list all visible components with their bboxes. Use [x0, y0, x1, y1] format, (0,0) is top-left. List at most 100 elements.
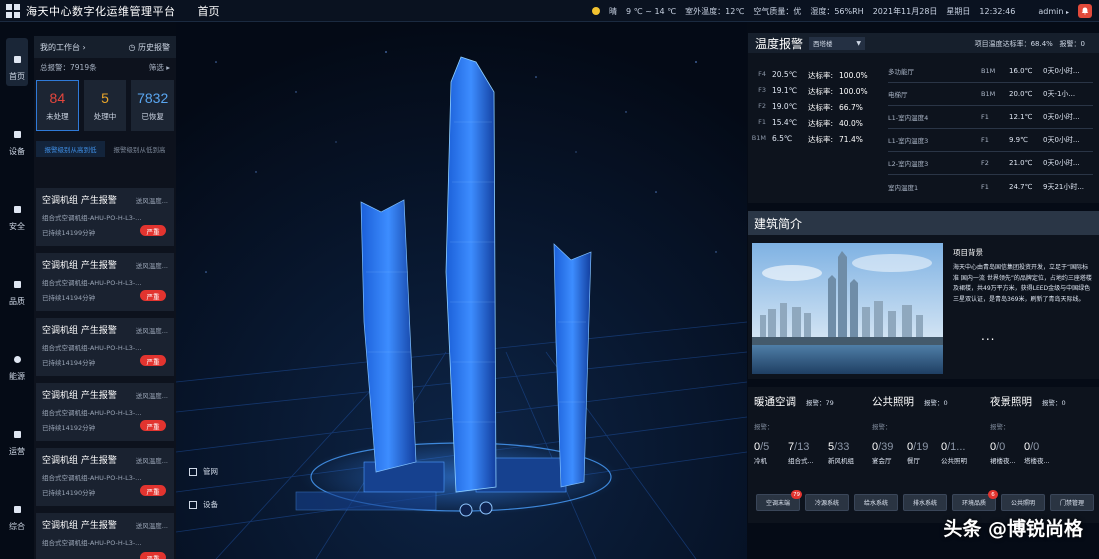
intro-text: 海天中心由青岛国信集团投资开发，立足于“国际标准 国内一流 世界领先”的品牌定位… [953, 264, 1092, 303]
hvac-header[interactable]: 暖通空调 报警：79 [754, 394, 834, 409]
home-icon [13, 56, 21, 63]
building-intro-panel: 建筑简介 项目背景 海天中心由青岛国信集团投资开发，立足于“国际标准 国内一流 … [748, 211, 1099, 379]
watermark: 头条 @博锐尚格 [943, 518, 1083, 540]
metric-tower-night[interactable]: 0/0 塔楼夜... [1024, 441, 1064, 465]
stack-icon [13, 506, 21, 513]
alarm-card[interactable]: 空调机组 产生报警 送风温度... 组合式空调机组-AHU-PO-H-L3-...… [36, 188, 174, 246]
systems-panel: 暖通空调 报警：79 公共照明 报警：0 夜景照明 报警：0 报警： 报警： 报警： … [748, 387, 1099, 523]
weekday: 星期日 [946, 6, 971, 16]
legend-pipe[interactable]: 管网 [189, 466, 218, 477]
humidity: 湿度：56%RH [810, 6, 864, 16]
left-nav: 首页 设备 安全 品质 能源 运营 综合 [6, 36, 28, 559]
energy-icon [13, 356, 21, 363]
water-supply-button[interactable]: 给水系统 [854, 494, 898, 511]
metric-public-lighting[interactable]: 0/1... 公共照明 [941, 441, 981, 465]
workbench-title[interactable]: 我的工作台 › [40, 42, 86, 53]
floor-row[interactable]: F3 19.1℃ 达标率: 100.0% [750, 86, 868, 97]
zone-row[interactable]: L2-室内温度3 F2 21.0℃ 0天0小时... [888, 152, 1093, 175]
zone-row[interactable]: 室内温度1 F1 24.7℃ 9天21小时... [888, 175, 1093, 198]
metric-fresh-air[interactable]: 5/33 新风机组 [828, 441, 868, 465]
zone-row[interactable]: 多功能厅 B1M 16.0℃ 0天0小时... [888, 60, 1093, 83]
alarm-card[interactable]: 空调机组 产生报警 送风温度... 组合式空调机组-AHU-PO-H-L3-...… [36, 513, 174, 559]
shield-icon [13, 206, 21, 213]
legend-device[interactable]: 设备 [189, 499, 218, 510]
air-quality: 空气质量：优 [753, 6, 802, 16]
metric-banquet[interactable]: 0/39 宴会厅 [872, 441, 912, 465]
device-icon [189, 500, 197, 509]
zone-row[interactable]: L1-室内温度4 F1 12.1℃ 0天0小时... [888, 106, 1093, 129]
metric-ahu[interactable]: 7/13 组合式... [788, 441, 828, 465]
nav-energy[interactable]: 能源 [6, 338, 28, 386]
user-menu[interactable]: admin ▸ [1038, 7, 1069, 16]
clock-icon: ◷ [128, 42, 136, 52]
quality-icon [13, 281, 21, 288]
ac-terminal-button[interactable]: 空调末端 79 [756, 490, 802, 511]
zone-row[interactable]: 电梯厅 B1M 20.0℃ 0天-1小... [888, 83, 1093, 106]
chevron-right-icon: › [82, 42, 86, 52]
env-quality-button[interactable]: 环境品质 6 [952, 490, 998, 511]
outdoor-temp: 室外温度：12℃ [685, 6, 745, 16]
home-link[interactable]: 首页 [198, 3, 220, 19]
alarm-card[interactable]: 空调机组 产生报警 送风温度... 组合式空调机组-AHU-PO-H-L3-...… [36, 253, 174, 311]
temp-range: 9 ℃ ~ 14 ℃ [626, 6, 677, 16]
nav-quality[interactable]: 品质 [6, 263, 28, 311]
stat-recovered[interactable]: 7832 已恢复 [131, 80, 175, 131]
nav-device[interactable]: 设备 [6, 113, 28, 161]
stat-unhandled[interactable]: 84 未处理 [36, 80, 79, 131]
date: 2021年11月28日 [872, 6, 938, 16]
severity-badge: 严重 [140, 225, 166, 236]
drainage-button[interactable]: 排水系统 [903, 494, 947, 511]
public-lighting-header[interactable]: 公共照明 报警：0 [872, 394, 948, 409]
alarm-card[interactable]: 空调机组 产生报警 送风温度... 组合式空调机组-AHU-PO-H-L3-...… [36, 448, 174, 506]
temperature-panel: 温度报警 西塔楼 ▼ 项目温度达标率：68.4% 报警：0 F4 20.5℃ 达标率:… [748, 33, 1099, 203]
pipe-icon [189, 467, 197, 476]
caret-right-icon: ▸ [166, 62, 170, 72]
weather-text: 晴 [609, 6, 618, 16]
chevron-down-icon: ▼ [856, 39, 862, 47]
floor-row[interactable]: B1M 6.5℃ 达标率: 71.4% [750, 134, 863, 145]
cooling-system-button[interactable]: 冷源系统 [805, 494, 849, 511]
severity-badge: 严重 [140, 420, 166, 431]
nav-home[interactable]: 首页 [6, 38, 28, 86]
top-bar: 海天中心数字化运维管理平台 首页 晴 9 ℃ ~ 14 ℃ 室外温度：12℃ 空… [0, 0, 1099, 22]
severity-badge: 严重 [140, 485, 166, 496]
night-lighting-header[interactable]: 夜景照明 报警：0 [990, 394, 1066, 409]
severity-badge: 严重 [140, 290, 166, 301]
public-lighting-button[interactable]: 公共照明 [1001, 494, 1045, 511]
access-control-button[interactable]: 门禁管理 [1050, 494, 1094, 511]
intro-title: 建筑简介 [754, 216, 803, 231]
tower-scene-graphic [176, 22, 747, 559]
floor-row[interactable]: F2 19.0℃ 达标率: 66.7% [750, 102, 863, 113]
sort-low-to-high[interactable]: 报警级别从低到高 [105, 141, 174, 157]
alarm-card[interactable]: 空调机组 产生报警 送风温度... 组合式空调机组-AHU-PO-H-L3-...… [36, 383, 174, 441]
device-icon [13, 131, 21, 138]
stat-processing[interactable]: 5 处理中 [83, 80, 127, 131]
nav-safety[interactable]: 安全 [6, 188, 28, 236]
grid-logo-icon [6, 3, 20, 18]
floor-row[interactable]: F4 20.5℃ 达标率: 100.0% [750, 70, 868, 81]
severity-badge: 严重 [140, 552, 166, 559]
more-button[interactable]: ... [981, 329, 995, 343]
sort-high-to-low[interactable]: 报警级别从高到低 [36, 141, 105, 157]
clock: 12:32:46 [979, 6, 1016, 16]
sun-icon [592, 7, 601, 15]
zone-row[interactable]: L1-室内温度3 F1 9.9℃ 0天0小时... [888, 129, 1093, 152]
app-title: 海天中心数字化运维管理平台 [26, 4, 176, 18]
night-alarm-label: 报警： [990, 423, 1010, 431]
temp-compliance-rate: 项目温度达标率：68.4% [974, 40, 1053, 48]
alarm-card[interactable]: 空调机组 产生报警 送风温度... 组合式空调机组-AHU-PO-H-L3-...… [36, 318, 174, 376]
intro-bg-title: 项目背景 [953, 248, 983, 257]
building-photo [752, 243, 943, 374]
history-alarm-link[interactable]: ◷ 历史报警 [128, 42, 170, 53]
total-alarm-count: 总报警：7919条 [40, 62, 97, 72]
nav-operation[interactable]: 运营 [6, 413, 28, 461]
temperature-title: 温度报警 [755, 36, 804, 51]
building-select[interactable]: 西塔楼 ▼ [809, 36, 866, 50]
filter-button[interactable]: 筛选 ▸ [149, 62, 170, 73]
bell-icon[interactable] [1078, 4, 1092, 18]
nav-integrated[interactable]: 综合 [6, 488, 28, 536]
building-3d-view[interactable]: 管网 设备 [176, 22, 747, 559]
alarm-count-badge: 6 [988, 490, 998, 499]
workbench-panel: 我的工作台 › ◷ 历史报警 总报警：7919条 筛选 ▸ 84 未处理 5 处理中… [34, 36, 176, 559]
floor-row[interactable]: F1 15.4℃ 达标率: 40.0% [750, 118, 863, 129]
